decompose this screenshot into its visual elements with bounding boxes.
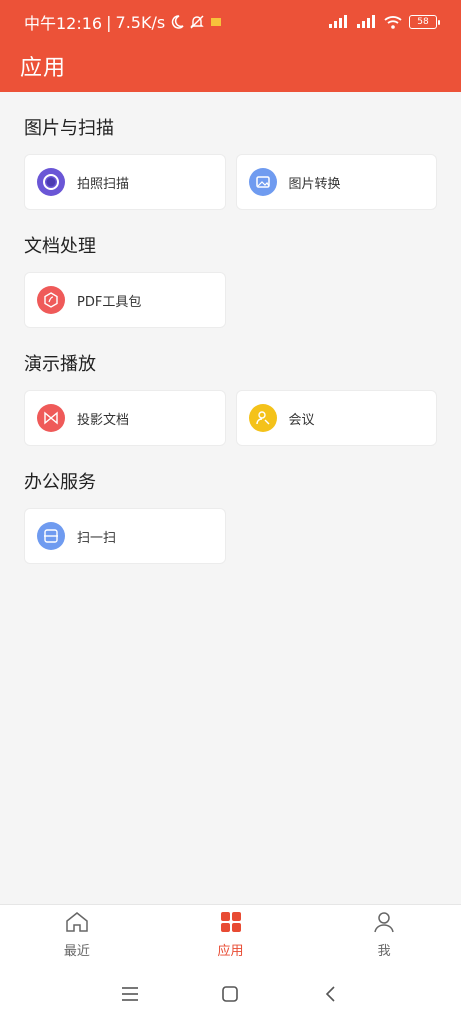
card-label: 扫一扫	[77, 530, 117, 546]
card-label: PDF工具包	[77, 294, 142, 310]
card-pdf-tools[interactable]: PDF工具包	[24, 272, 226, 328]
home-icon	[64, 910, 90, 938]
status-time: 中午12:16	[24, 14, 103, 33]
home-square-icon[interactable]	[210, 974, 250, 1014]
card-row: 拍照扫描 图片转换	[24, 154, 437, 210]
status-bar: 中午12:16 | 7.5K/s 58	[0, 0, 461, 44]
status-separator: |	[106, 12, 112, 32]
section-title: 图片与扫描	[24, 118, 114, 139]
nav-recent[interactable]: 最近	[0, 905, 154, 964]
card-row: 扫一扫	[24, 508, 437, 564]
signal-hd-icon	[355, 14, 377, 30]
card-label: 会议	[288, 412, 315, 428]
section-title: 办公服务	[24, 472, 96, 493]
signal-hd-icon	[327, 14, 349, 30]
camera-scan-icon	[37, 168, 65, 196]
section-title: 演示播放	[24, 354, 96, 375]
scan-icon	[37, 522, 65, 550]
battery-icon: 58	[409, 15, 440, 29]
user-icon	[372, 910, 396, 938]
card-image-convert[interactable]: 图片转换	[235, 154, 437, 210]
back-icon[interactable]	[311, 974, 351, 1014]
section-title: 文档处理	[24, 236, 96, 257]
app-screen: 中午12:16 | 7.5K/s 58 应用 图片与扫描 拍照扫描 图片转换 文…	[0, 0, 461, 1024]
moon-icon	[169, 14, 185, 30]
card-label: 图片转换	[288, 176, 341, 192]
page-title: 应用	[20, 56, 67, 81]
card-projection[interactable]: 投影文档	[24, 390, 226, 446]
system-nav-bar	[0, 964, 461, 1024]
nav-apps[interactable]: 应用	[154, 905, 308, 964]
nav-label: 我	[377, 944, 391, 959]
app-header: 中午12:16 | 7.5K/s 58 应用	[0, 0, 461, 92]
section-office-services: 办公服务 扫一扫	[0, 468, 461, 564]
bell-muted-icon	[189, 14, 205, 30]
card-label: 拍照扫描	[77, 176, 130, 192]
card-meeting[interactable]: 会议	[235, 390, 437, 446]
wifi-icon	[383, 14, 403, 30]
section-presentation: 演示播放 投影文档 会议	[0, 350, 461, 446]
card-photo-scan[interactable]: 拍照扫描	[24, 154, 226, 210]
app-sections: 图片与扫描 拍照扫描 图片转换 文档处理 PDF工具包 演示播放 投影文档 会议…	[0, 92, 461, 564]
pdf-tools-icon	[37, 286, 65, 314]
card-row: 投影文档 会议	[24, 390, 437, 446]
nav-label: 应用	[217, 944, 244, 959]
message-icon	[209, 15, 223, 29]
projection-icon	[37, 404, 65, 432]
bottom-nav: 最近 应用 我	[0, 904, 461, 964]
card-scan[interactable]: 扫一扫	[24, 508, 226, 564]
nav-me[interactable]: 我	[307, 905, 461, 964]
section-doc-processing: 文档处理 PDF工具包	[0, 232, 461, 328]
card-row: PDF工具包	[24, 272, 437, 328]
card-label: 投影文档	[77, 412, 130, 428]
section-image-scan: 图片与扫描 拍照扫描 图片转换	[0, 114, 461, 210]
menu-icon[interactable]	[110, 974, 150, 1014]
status-left: 中午12:16 | 7.5K/s	[24, 10, 223, 34]
image-convert-icon	[248, 168, 277, 196]
status-net-speed: 7.5K/s	[115, 12, 166, 32]
status-right: 58	[327, 14, 440, 30]
nav-label: 最近	[63, 944, 90, 959]
meeting-icon	[248, 404, 277, 432]
apps-grid-icon	[219, 910, 243, 938]
